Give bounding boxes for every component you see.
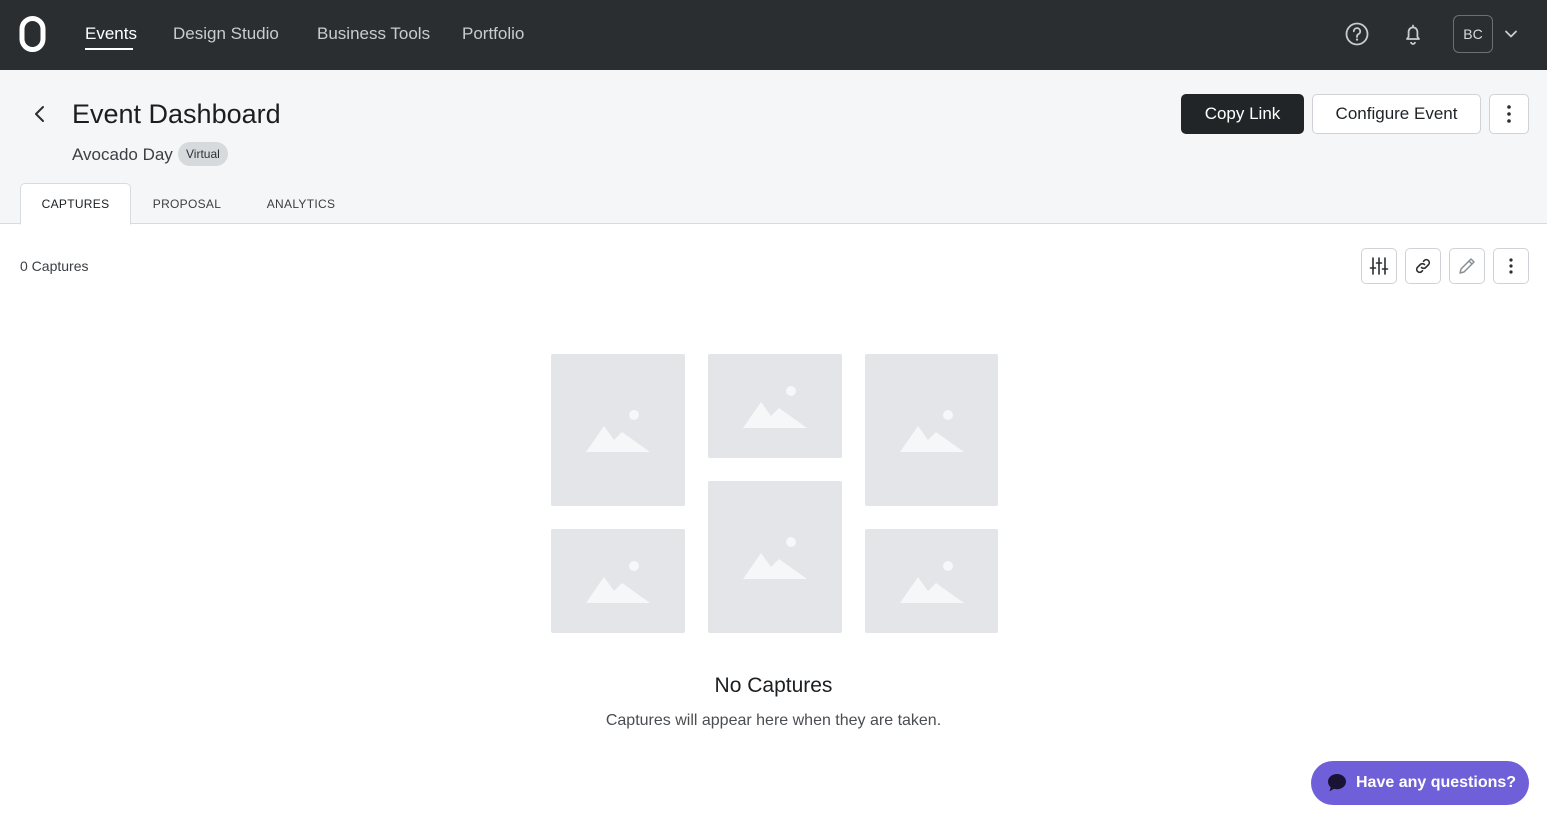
image-placeholder [865, 529, 998, 633]
user-avatar[interactable]: BC [1453, 15, 1493, 53]
image-placeholder [708, 481, 842, 633]
chevron-down-icon[interactable] [1503, 27, 1519, 41]
page-title: Event Dashboard [72, 99, 281, 129]
copy-link-button[interactable]: Copy Link [1181, 94, 1304, 134]
image-icon [586, 410, 650, 452]
tab-captures[interactable]: CAPTURES [20, 183, 131, 225]
top-nav: Events Design Studio Business Tools Port… [0, 0, 1547, 70]
image-placeholder [865, 354, 998, 506]
chat-widget-button[interactable]: Have any questions? [1311, 761, 1529, 805]
header-more-button[interactable] [1489, 94, 1529, 134]
more-vertical-icon [1509, 258, 1513, 274]
back-arrow-icon[interactable] [28, 102, 52, 126]
image-icon [899, 410, 964, 452]
image-icon [586, 561, 650, 603]
image-icon [899, 561, 964, 603]
edit-button[interactable] [1449, 248, 1485, 284]
image-placeholder [551, 529, 685, 633]
image-placeholder [551, 354, 685, 506]
nav-active-underline [85, 48, 133, 50]
event-name: Avocado Day [72, 145, 173, 164]
chat-widget-label: Have any questions? [1356, 774, 1517, 791]
link-icon [1415, 258, 1431, 274]
image-placeholder [708, 354, 842, 458]
more-vertical-icon [1507, 105, 1511, 123]
tab-analytics[interactable]: ANALYTICS [252, 183, 350, 224]
chat-bubble-icon [1328, 774, 1346, 792]
sliders-icon [1369, 257, 1389, 275]
nav-link-events[interactable]: Events [85, 24, 137, 44]
event-header: Event Dashboard Avocado Day Virtual Copy… [0, 70, 1547, 225]
pencil-icon [1459, 258, 1475, 274]
tab-proposal[interactable]: PROPOSAL [140, 183, 234, 224]
image-icon [743, 386, 807, 428]
nav-link-design-studio[interactable]: Design Studio [173, 24, 279, 44]
nav-link-portfolio[interactable]: Portfolio [462, 24, 524, 44]
image-icon [743, 537, 807, 579]
notifications-bell-icon[interactable] [1399, 20, 1427, 48]
configure-event-button[interactable]: Configure Event [1312, 94, 1481, 134]
brand-logo-icon[interactable] [19, 16, 46, 52]
captures-count: 0 Captures [20, 258, 89, 274]
share-link-button[interactable] [1405, 248, 1441, 284]
empty-state-subtitle: Captures will appear here when they are … [605, 712, 942, 729]
nav-link-business-tools[interactable]: Business Tools [317, 24, 430, 44]
event-type-badge: Virtual [178, 142, 228, 166]
captures-more-button[interactable] [1493, 248, 1529, 284]
help-icon[interactable] [1343, 20, 1371, 48]
empty-state-title: No Captures [714, 674, 833, 697]
filter-button[interactable] [1361, 248, 1397, 284]
